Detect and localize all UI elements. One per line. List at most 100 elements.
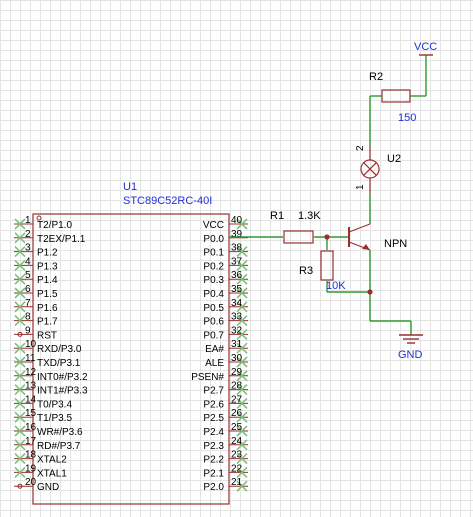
mcu-part-number: STC89C52RC-40I <box>123 195 212 207</box>
pin-label: P0.2 <box>203 261 224 272</box>
r2-designator: R2 <box>369 71 383 83</box>
pin-number: 35 <box>231 284 243 295</box>
mcu-pin-left-20[interactable]: 20 GND <box>14 477 59 493</box>
pin-number: 19 <box>25 463 37 474</box>
junction-emitter <box>367 289 373 295</box>
pin-number: 38 <box>231 243 243 254</box>
r1-value: 1.3K <box>298 210 321 222</box>
mcu-pin-left-3[interactable]: 3 P1.2 <box>14 243 58 259</box>
r3-body <box>320 250 334 281</box>
pin-label: P0.4 <box>203 289 224 300</box>
pin-number: 30 <box>231 353 243 364</box>
pin-number: 31 <box>231 339 243 350</box>
wires <box>229 55 427 335</box>
pin-number: 4 <box>25 256 31 267</box>
pin-label: P1.3 <box>37 261 58 272</box>
resistor-r2[interactable]: R2 150 <box>369 71 416 124</box>
pin-number: 36 <box>231 270 243 281</box>
schematic-canvas: U1 STC89C52RC-40I 1 T2/P1.0 2 T2EX/P1.1 3 P1.… <box>14 41 437 505</box>
pin-label: P1.4 <box>37 275 58 286</box>
pin-number: 13 <box>25 381 37 392</box>
pin-label: P2.4 <box>203 427 224 438</box>
lamp-designator: U2 <box>387 153 401 165</box>
pin-label: RST <box>37 330 57 341</box>
pin-number: 17 <box>25 436 37 447</box>
pin-number: 28 <box>231 381 243 392</box>
junction-base <box>324 234 330 240</box>
mcu-left-pins: 1 T2/P1.0 2 T2EX/P1.1 3 P1.2 4 P1.3 5 P1.4 6 P1.5 7 P… <box>14 215 88 493</box>
pin-number: 15 <box>25 408 37 419</box>
pin-label: P2.6 <box>203 399 224 410</box>
pin-label: RD#/P3.7 <box>37 441 81 452</box>
mcu-pin-left-7[interactable]: 7 P1.6 <box>14 298 58 314</box>
r1-designator: R1 <box>270 210 284 222</box>
pin-label: P1.7 <box>37 317 58 328</box>
pin-number: 39 <box>231 229 243 240</box>
r2-body <box>381 89 411 103</box>
mcu-pin-left-5[interactable]: 5 P1.4 <box>14 270 58 286</box>
pin-number: 22 <box>231 463 243 474</box>
pin-number: 18 <box>25 450 37 461</box>
gnd-power-port[interactable]: GND <box>398 334 423 361</box>
mcu-pin-left-14[interactable]: 14 T0/P3.4 <box>14 394 72 410</box>
pin-label: P2.5 <box>203 413 224 424</box>
mcu-pin-left-6[interactable]: 6 P1.5 <box>14 284 58 300</box>
lamp-pin-top: 2 <box>355 145 366 151</box>
pin-number: 21 <box>231 477 243 488</box>
pin-number: 33 <box>231 312 243 323</box>
pin-number: 32 <box>231 325 243 336</box>
pin-number: 29 <box>231 367 243 378</box>
pin-number: 14 <box>25 394 37 405</box>
pin-number: 7 <box>25 298 31 309</box>
pin-label: PSEN# <box>191 372 224 383</box>
pin-label: GND <box>37 482 59 493</box>
pin-label: XTAL2 <box>37 455 67 466</box>
pin-number: 34 <box>231 298 243 309</box>
pin-label: TXD/P3.1 <box>37 358 81 369</box>
pin-label: P0.1 <box>203 248 224 259</box>
pin-label: P2.3 <box>203 441 224 452</box>
pin-number: 9 <box>25 325 31 336</box>
pin-label: P0.5 <box>203 303 224 314</box>
mcu-pin-left-15[interactable]: 15 T1/P3.5 <box>14 408 72 424</box>
lamp-pin-bottom: 1 <box>355 184 366 190</box>
pin-label: P1.6 <box>37 303 58 314</box>
r3-value: 10K <box>326 280 346 292</box>
pin-label: T2/P1.0 <box>37 220 72 231</box>
vcc-label: VCC <box>414 41 437 53</box>
pin-label: P0.3 <box>203 275 224 286</box>
lamp-u2[interactable]: U2 2 1 <box>355 145 401 193</box>
pin-number: 8 <box>25 312 31 323</box>
mcu-pin-left-19[interactable]: 19 XTAL1 <box>14 463 67 479</box>
mcu-pin-left-18[interactable]: 18 XTAL2 <box>14 450 67 466</box>
pin-label: WR#/P3.6 <box>37 427 83 438</box>
transistor-type: NPN <box>384 238 407 250</box>
mcu-u1[interactable]: U1 STC89C52RC-40I 1 T2/P1.0 2 T2EX/P1.1 3 P1.… <box>14 181 248 505</box>
pin-number: 16 <box>25 422 37 433</box>
pin-number: 20 <box>25 477 37 488</box>
pin-label: P2.0 <box>203 482 224 493</box>
mcu-pin-left-4[interactable]: 4 P1.3 <box>14 256 58 272</box>
pin-number: 10 <box>25 339 37 350</box>
pin-label: RXD/P3.0 <box>37 344 82 355</box>
pin-number: 6 <box>25 284 31 295</box>
pin-number: 37 <box>231 256 243 267</box>
pin-label: T0/P3.4 <box>37 399 72 410</box>
resistor-r3[interactable]: R3 10K <box>299 250 346 292</box>
pin-label: T1/P3.5 <box>37 413 72 424</box>
resistor-r1[interactable]: R1 1.3K <box>270 210 321 244</box>
mcu-pin-right-21[interactable]: 21 P2.0 <box>203 477 248 493</box>
mcu-pin-left-1[interactable]: 1 T2/P1.0 <box>14 215 72 231</box>
vcc-power-port[interactable]: VCC <box>414 41 437 56</box>
mcu-pin-left-8[interactable]: 8 P1.7 <box>14 312 58 328</box>
transistor-collector <box>348 223 371 233</box>
pin-number: 24 <box>231 436 243 447</box>
r2-value: 150 <box>398 112 416 124</box>
pin-label: XTAL1 <box>37 468 67 479</box>
pin-label: P2.1 <box>203 468 224 479</box>
pin-label: EA# <box>205 344 224 355</box>
pin-label: T2EX/P1.1 <box>37 234 86 245</box>
pin-label: VCC <box>203 220 224 231</box>
pin-label: P2.2 <box>203 455 224 466</box>
transistor-npn[interactable]: NPN <box>348 223 407 251</box>
